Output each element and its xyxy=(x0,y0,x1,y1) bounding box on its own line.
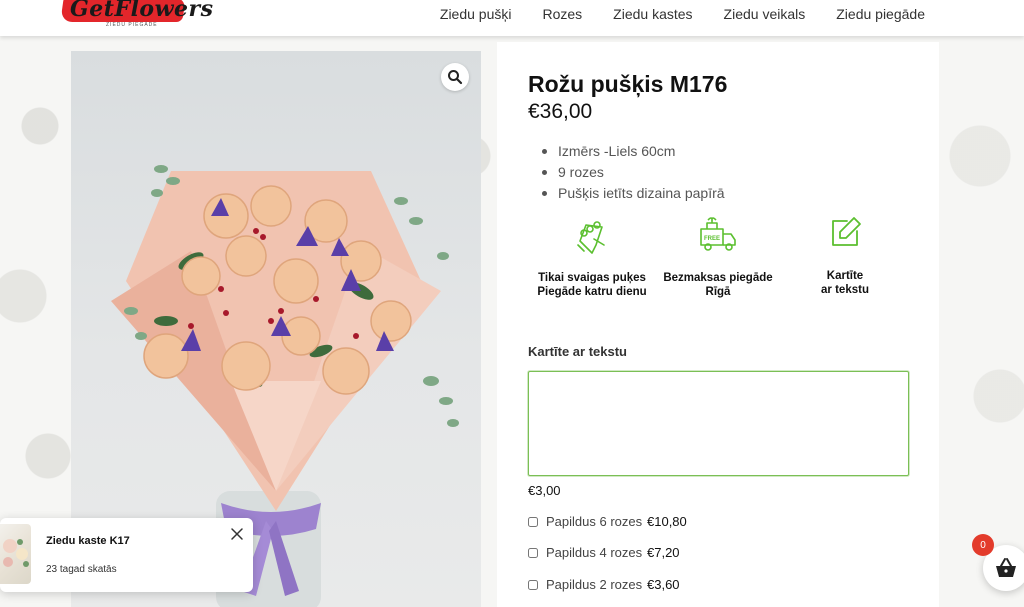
product-title: Rožu pušķis M176 xyxy=(528,71,728,97)
feature-item: Izmērs -Liels 60cm xyxy=(542,141,725,162)
site-logo[interactable]: GetFlowers ZIEDU PIEGĀDE xyxy=(60,0,213,30)
card-text-heading: Kartīte ar tekstu xyxy=(528,344,627,359)
feature-list: Izmērs -Liels 60cm 9 rozes Pušķis ietīts… xyxy=(542,141,725,204)
popup-product-title[interactable]: Ziedu kaste K17 xyxy=(46,535,130,547)
perk-free-delivery: FREE Bezmaksas piegāde Rīgā xyxy=(648,215,788,299)
logo-text: GetFlowers xyxy=(70,0,214,22)
nav-item-ziedu-puski[interactable]: Ziedu pušķi xyxy=(440,6,512,22)
logo-subtitle: ZIEDU PIEGĀDE xyxy=(106,22,158,28)
addon-checkbox[interactable] xyxy=(528,579,538,590)
svg-text:FREE: FREE xyxy=(704,236,720,242)
viewing-now-popup[interactable]: Ziedu kaste K17 23 tagad skatās xyxy=(0,518,253,592)
addon-label: Papildus 2 rozes xyxy=(546,577,643,592)
nav-item-rozes[interactable]: Rozes xyxy=(542,6,582,22)
edit-card-icon xyxy=(832,217,861,246)
nav-item-ziedu-kastes[interactable]: Ziedu kastes xyxy=(613,6,692,22)
perk-fresh-flowers: Tikai svaigas puķes Piegāde katru dienu xyxy=(522,215,662,299)
close-icon[interactable] xyxy=(229,526,245,542)
cart-count-badge: 0 xyxy=(972,534,994,556)
bouquet-icon xyxy=(577,221,605,254)
addon-checkbox[interactable] xyxy=(528,547,538,558)
basket-icon xyxy=(996,558,1016,577)
magnifier-icon xyxy=(448,70,463,85)
product-price: €36,00 xyxy=(528,100,593,123)
site-header: GetFlowers ZIEDU PIEGĀDE Ziedu pušķi Roz… xyxy=(0,0,1024,36)
perk-card-text: Kartīte ar tekstu xyxy=(775,215,915,297)
feature-item: Pušķis ietīts dizaina papīrā xyxy=(542,183,725,204)
popup-product-thumbnail[interactable] xyxy=(0,524,31,584)
nav-item-ziedu-piegade[interactable]: Ziedu piegāde xyxy=(836,6,925,22)
card-text-input[interactable] xyxy=(528,371,909,476)
addon-price: €7,20 xyxy=(647,545,680,560)
main-nav: Ziedu pušķi Rozes Ziedu kastes Ziedu vei… xyxy=(440,6,925,22)
free-delivery-truck-icon: FREE xyxy=(700,217,736,251)
perk-label: Bezmaksas piegāde Rīgā xyxy=(663,272,773,298)
zoom-button[interactable] xyxy=(441,63,469,91)
card-text-price: €3,00 xyxy=(528,483,561,498)
addon-4-roses[interactable]: Papildus 4 rozes €7,20 xyxy=(528,545,680,560)
nav-item-ziedu-veikals[interactable]: Ziedu veikals xyxy=(724,6,806,22)
product-details: Rožu pušķis M176 €36,00 Izmērs -Liels 60… xyxy=(497,42,939,607)
feature-item: 9 rozes xyxy=(542,162,725,183)
addon-label: Papildus 4 rozes xyxy=(546,545,643,560)
popup-viewers-count: 23 tagad skatās xyxy=(46,564,117,575)
addon-6-roses[interactable]: Papildus 6 rozes €10,80 xyxy=(528,514,687,529)
addon-price: €10,80 xyxy=(647,514,687,529)
addon-price: €3,60 xyxy=(647,577,680,592)
perk-label: Kartīte ar tekstu xyxy=(821,270,869,296)
perk-label: Tikai svaigas puķes Piegāde katru dienu xyxy=(537,272,647,298)
addon-label: Papildus 6 rozes xyxy=(546,514,643,529)
addon-2-roses[interactable]: Papildus 2 rozes €3,60 xyxy=(528,577,680,592)
addon-checkbox[interactable] xyxy=(528,516,538,527)
flower-box-icon xyxy=(3,539,29,567)
